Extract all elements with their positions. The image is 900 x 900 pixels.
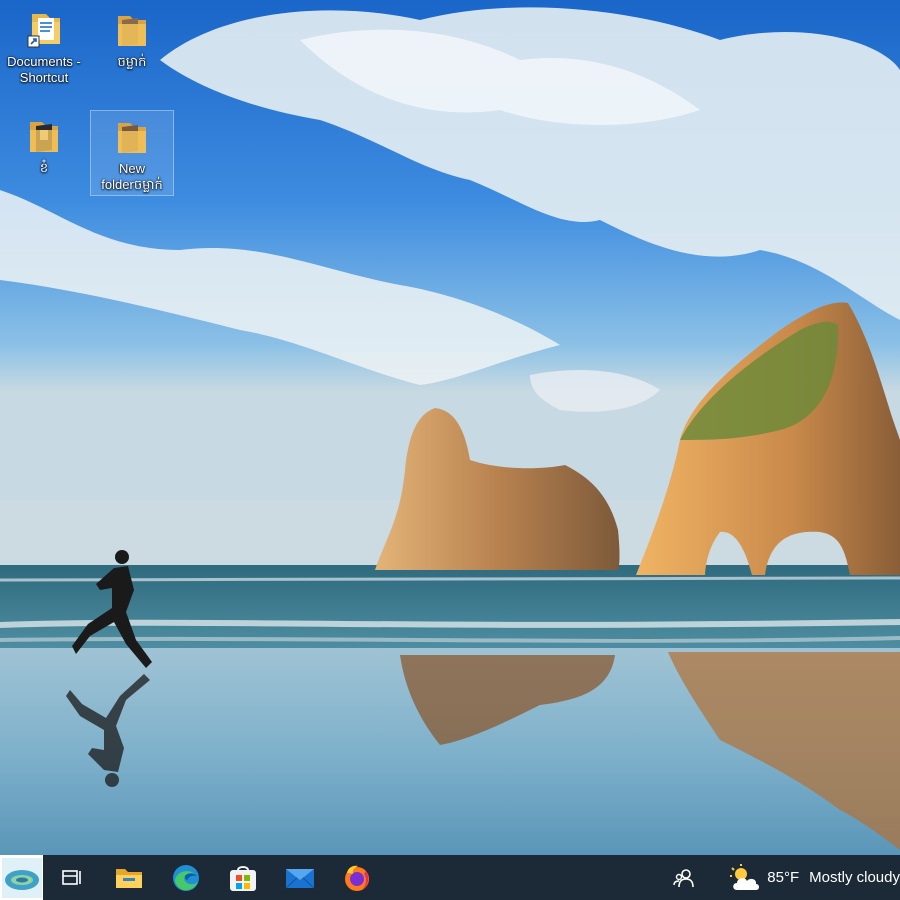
- desktop-icon-folder-1[interactable]: ចម្លាក់: [90, 0, 174, 70]
- people-button[interactable]: [661, 855, 707, 900]
- start-icon: [1, 857, 42, 898]
- document-shortcut-icon: [27, 14, 60, 48]
- file-explorer-button[interactable]: [100, 855, 157, 900]
- weather-temperature: 85°F: [767, 869, 800, 886]
- taskbar: 85°F Mostly cloudy: [0, 855, 900, 900]
- folder-icon: [118, 16, 146, 46]
- edge-icon: [172, 864, 199, 891]
- store-button[interactable]: [214, 855, 271, 900]
- desktop-icon-area: Documents - Shortcut ចម្លាក់ ខំ New fold…: [0, 0, 200, 210]
- weather-widget[interactable]: 85°F Mostly cloudy: [707, 855, 900, 900]
- weather-condition: Mostly cloudy: [809, 869, 900, 886]
- desktop-icon-documents-shortcut[interactable]: Documents - Shortcut: [2, 0, 86, 86]
- desktop-icon-new-folder[interactable]: New folderចម្លាក់: [90, 110, 174, 196]
- mail-button[interactable]: [271, 855, 328, 900]
- firefox-icon: [344, 865, 369, 891]
- desktop-icon-label: ខំ: [39, 160, 49, 175]
- folder-icon: [118, 123, 146, 153]
- partly-cloudy-icon: [730, 863, 760, 890]
- store-icon: [229, 865, 256, 891]
- task-view-icon: [61, 869, 81, 885]
- folder-icon: [30, 122, 58, 152]
- task-view-button[interactable]: [43, 855, 100, 900]
- file-explorer-icon: [115, 868, 142, 888]
- people-icon: [673, 868, 695, 887]
- desktop-icon-label: ចម្លាក់: [117, 54, 147, 69]
- desktop-icon-label: New folderចម្លាក់: [101, 161, 163, 192]
- firefox-button[interactable]: [328, 855, 385, 900]
- desktop-icon-label: Documents - Shortcut: [7, 54, 81, 85]
- system-tray: 85°F Mostly cloudy: [661, 855, 900, 900]
- desktop-icon-folder-2[interactable]: ខំ: [2, 106, 86, 176]
- start-button[interactable]: [0, 855, 43, 900]
- mail-icon: [285, 868, 314, 888]
- desktop: Documents - Shortcut ចម្លាក់ ខំ New fold…: [0, 0, 900, 900]
- edge-button[interactable]: [157, 855, 214, 900]
